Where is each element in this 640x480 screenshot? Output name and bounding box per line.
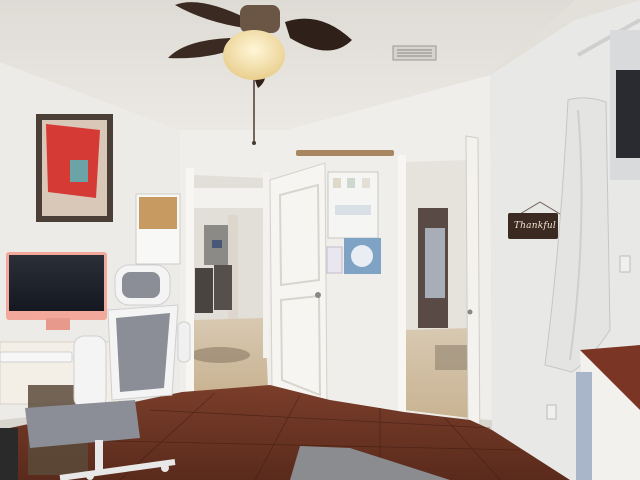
framed-painting <box>36 114 113 222</box>
power-outlet-icon <box>546 404 557 420</box>
cork-whiteboard <box>135 193 181 265</box>
room-photo <box>0 0 640 480</box>
air-vent-icon <box>392 45 437 61</box>
thankful-sign-text: Thankful <box>513 221 557 231</box>
open-door-right <box>465 135 481 460</box>
open-door-center <box>269 162 328 409</box>
light-switch-icon[interactable] <box>619 255 631 273</box>
